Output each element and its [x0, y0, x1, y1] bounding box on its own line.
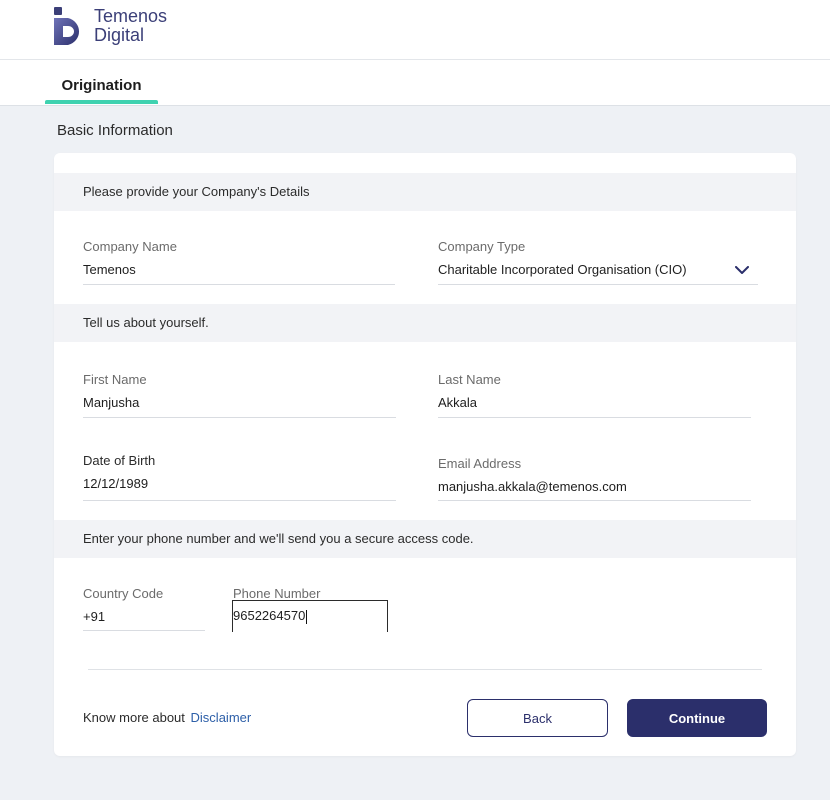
last-name-field[interactable]: Last Name Akkala: [438, 372, 751, 418]
brand-name-line1: Temenos: [94, 6, 168, 26]
company-section-heading: Please provide your Company's Details: [54, 173, 796, 211]
date-of-birth-field[interactable]: Date of Birth 12/12/1989: [83, 453, 396, 501]
phone-number-value: 9652264570: [233, 608, 306, 623]
personal-section-heading: Tell us about yourself.: [54, 304, 796, 342]
email-address-field[interactable]: Email Address manjusha.akkala@temenos.co…: [438, 456, 751, 501]
first-name-field[interactable]: First Name Manjusha: [83, 372, 396, 418]
last-name-underline: [438, 417, 751, 418]
country-code-label: Country Code: [83, 586, 164, 601]
country-code-underline: [83, 630, 205, 631]
company-name-label: Company Name: [83, 239, 177, 254]
text-cursor: [306, 609, 308, 624]
temenos-d-logo-icon: [54, 7, 80, 45]
company-name-underline: [83, 284, 395, 285]
know-more-text: Know more about: [83, 710, 185, 725]
date-of-birth-underline: [83, 500, 396, 501]
company-type-underline: [438, 284, 758, 285]
first-name-value: Manjusha: [83, 395, 140, 410]
disclaimer-link[interactable]: Disclaimer: [191, 710, 252, 725]
basic-information-form: Please provide your Company's Details Co…: [54, 153, 796, 756]
disclaimer-row: Know more about Disclaimer: [83, 710, 251, 725]
page-title: Basic Information: [57, 122, 173, 139]
phone-number-input[interactable]: 9652264570: [232, 600, 388, 632]
email-address-underline: [438, 500, 751, 501]
continue-button[interactable]: Continue: [627, 699, 767, 737]
phone-section-heading: Enter your phone number and we'll send y…: [54, 520, 796, 558]
last-name-value: Akkala: [438, 395, 478, 410]
date-of-birth-value: 12/12/1989: [83, 476, 149, 491]
back-button[interactable]: Back: [467, 699, 608, 737]
form-divider: [88, 669, 762, 670]
email-address-label: Email Address: [438, 456, 522, 471]
company-name-field[interactable]: Company Name Temenos: [83, 239, 395, 285]
tab-origination[interactable]: Origination: [45, 60, 158, 105]
email-address-value: manjusha.akkala@temenos.com: [438, 479, 627, 494]
first-name-underline: [83, 417, 396, 418]
company-type-label: Company Type: [438, 239, 526, 254]
date-of-birth-label: Date of Birth: [83, 453, 156, 468]
phone-number-label: Phone Number: [233, 586, 321, 601]
first-name-label: First Name: [83, 372, 147, 387]
country-code-value: +91: [83, 609, 106, 624]
chevron-down-icon[interactable]: [735, 266, 749, 275]
active-tab-indicator: [45, 100, 158, 104]
company-name-value: Temenos: [83, 262, 136, 277]
brand-name-line2: Digital: [94, 25, 145, 45]
country-code-field[interactable]: Country Code +91: [83, 586, 205, 631]
brand-logo[interactable]: Temenos Digital: [54, 7, 167, 45]
app-header: Temenos Digital: [0, 0, 830, 60]
tab-bar: Origination: [0, 60, 830, 106]
brand-name: Temenos Digital: [94, 7, 167, 45]
company-type-value: Charitable Incorporated Organisation (CI…: [438, 262, 687, 277]
last-name-label: Last Name: [438, 372, 501, 387]
company-type-select[interactable]: Company Type Charitable Incorporated Org…: [438, 239, 758, 285]
